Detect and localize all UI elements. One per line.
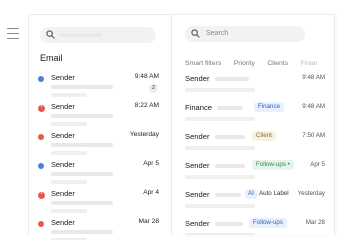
message-sender: Sender bbox=[51, 160, 75, 169]
subject-skeleton bbox=[215, 135, 245, 139]
smart-message-list: Sender 9:48 AM Finance Finance 9:48 AM S… bbox=[172, 73, 334, 235]
message-time: Mar 28 bbox=[305, 219, 325, 226]
preview-skeleton bbox=[51, 180, 87, 184]
message-sender: Sender bbox=[51, 131, 75, 140]
subject-skeleton bbox=[51, 201, 113, 205]
subject-skeleton bbox=[215, 77, 249, 81]
smart-message-row[interactable]: Finance Finance 9:48 AM bbox=[172, 102, 334, 131]
preview-skeleton bbox=[185, 117, 255, 121]
message-time: Apr 5 bbox=[143, 160, 159, 167]
search-icon bbox=[191, 29, 200, 38]
label-badge-follow-ups[interactable]: Follow-ups bbox=[249, 218, 287, 228]
message-row[interactable]: Sender Apr 4 bbox=[29, 188, 172, 217]
subject-skeleton bbox=[51, 114, 113, 118]
label-badge-follow-ups[interactable]: Follow-ups • bbox=[252, 160, 294, 170]
filter-bar: Smart filters Priority Clients Finan bbox=[185, 52, 326, 70]
important-icon bbox=[38, 190, 45, 199]
smart-message-row[interactable]: Sender Follow-ups • Apr 5 bbox=[172, 160, 334, 189]
message-time: Yesterday bbox=[129, 131, 159, 138]
smart-message-row[interactable]: Sender Client 7:50 AM bbox=[172, 131, 334, 160]
preview-skeleton bbox=[51, 151, 87, 155]
message-sender: Sender bbox=[51, 102, 75, 111]
filter-priority[interactable]: Priority bbox=[234, 60, 255, 67]
subject-skeleton bbox=[51, 85, 113, 89]
message-time: 9:48 AM bbox=[302, 74, 325, 81]
auto-label-text: Auto Label bbox=[259, 190, 289, 197]
message-time: 8:22 AM bbox=[134, 102, 159, 109]
red-dot-icon bbox=[38, 221, 44, 227]
preview-skeleton bbox=[51, 209, 87, 213]
panel-title: Email bbox=[40, 53, 63, 63]
app-stage: Email Sender 9:48 AM 2 Sender 8:22 AM Se… bbox=[0, 0, 353, 240]
subject-skeleton bbox=[217, 106, 243, 110]
message-sender: Sender bbox=[51, 218, 75, 227]
message-row[interactable]: Sender Apr 5 bbox=[29, 159, 172, 188]
ai-tag: AI bbox=[245, 189, 257, 199]
preview-skeleton bbox=[51, 122, 87, 126]
message-time: 9:48 AM bbox=[302, 103, 325, 110]
search-placeholder: Search bbox=[206, 30, 229, 37]
search-bar-right[interactable]: Search bbox=[185, 26, 305, 42]
email-list-panel: Email Sender 9:48 AM 2 Sender 8:22 AM Se… bbox=[28, 14, 171, 240]
unread-dot-icon bbox=[38, 163, 44, 169]
message-sender: Sender bbox=[185, 190, 210, 199]
preview-skeleton bbox=[185, 88, 255, 92]
red-dot-icon bbox=[38, 134, 44, 140]
message-count-badge: 2 bbox=[149, 84, 158, 93]
subject-skeleton bbox=[51, 230, 113, 234]
search-placeholder-skeleton bbox=[60, 33, 102, 37]
message-row[interactable]: Sender 8:22 AM bbox=[29, 101, 172, 130]
preview-skeleton bbox=[185, 146, 255, 150]
filter-finance[interactable]: Finan bbox=[301, 60, 318, 67]
smart-message-row[interactable]: Sender Follow-ups Mar 28 bbox=[172, 218, 334, 235]
message-row[interactable]: Sender 9:48 AM 2 bbox=[29, 72, 172, 101]
message-sender: Sender bbox=[51, 189, 75, 198]
message-sender: Sender bbox=[185, 74, 210, 83]
smart-message-row[interactable]: Sender 9:48 AM bbox=[172, 73, 334, 102]
smart-inbox-panel: Search Smart filters Priority Clients Fi… bbox=[171, 14, 335, 235]
message-sender: Sender bbox=[185, 219, 210, 228]
subject-skeleton bbox=[215, 222, 243, 226]
message-sender: Sender bbox=[185, 161, 210, 170]
filter-smart-filters[interactable]: Smart filters bbox=[185, 60, 221, 67]
subject-skeleton bbox=[215, 193, 241, 197]
message-row[interactable]: Sender Yesterday bbox=[29, 130, 172, 159]
subject-skeleton bbox=[51, 143, 113, 147]
message-sender: Sender bbox=[51, 73, 75, 82]
message-row[interactable]: Sender Mar 28 bbox=[29, 217, 172, 240]
important-icon bbox=[38, 103, 45, 112]
preview-skeleton bbox=[185, 175, 255, 179]
search-icon bbox=[46, 30, 55, 39]
hamburger-icon[interactable] bbox=[7, 28, 19, 39]
message-list: Sender 9:48 AM 2 Sender 8:22 AM Sender Y… bbox=[29, 72, 172, 240]
message-time: Apr 4 bbox=[143, 189, 159, 196]
message-sender: Finance bbox=[185, 103, 213, 112]
message-sender: Sender bbox=[185, 132, 210, 141]
label-badge-finance[interactable]: Finance bbox=[254, 102, 285, 112]
unread-dot-icon bbox=[38, 76, 44, 82]
search-bar-left[interactable] bbox=[40, 27, 156, 43]
message-time: 7:50 AM bbox=[302, 132, 325, 139]
preview-skeleton bbox=[185, 204, 255, 208]
smart-message-row[interactable]: Sender AI Auto Label Yesterday bbox=[172, 189, 334, 218]
preview-skeleton bbox=[185, 233, 255, 235]
message-time: 9:48 AM bbox=[134, 73, 159, 80]
message-time: Mar 28 bbox=[138, 218, 159, 225]
message-time: Apr 5 bbox=[310, 161, 325, 168]
subject-skeleton bbox=[51, 172, 113, 176]
message-time: Yesterday bbox=[297, 190, 325, 197]
subject-skeleton bbox=[215, 164, 245, 168]
label-badge-client[interactable]: Client bbox=[252, 131, 276, 141]
preview-skeleton bbox=[51, 93, 87, 97]
filter-clients[interactable]: Clients bbox=[267, 60, 288, 67]
